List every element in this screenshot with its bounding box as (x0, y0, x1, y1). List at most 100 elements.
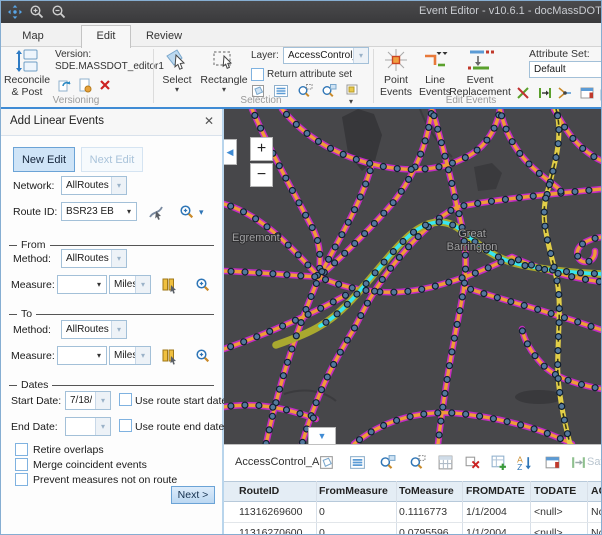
event-point[interactable] (472, 270, 478, 276)
event-point[interactable] (591, 154, 597, 160)
event-point[interactable] (532, 353, 538, 359)
event-point[interactable] (546, 182, 552, 188)
event-point[interactable] (345, 219, 351, 225)
merge-events-icon[interactable] (557, 85, 573, 101)
table-attribute-window-icon[interactable] (544, 454, 561, 471)
route-id-combo[interactable]: BSR23 EB (61, 202, 137, 221)
event-point[interactable] (283, 175, 289, 181)
event-point[interactable] (423, 222, 429, 228)
event-point[interactable] (422, 138, 428, 144)
event-point[interactable] (379, 277, 385, 283)
event-point[interactable] (535, 306, 541, 312)
event-point[interactable] (526, 161, 532, 167)
event-point[interactable] (353, 156, 359, 162)
event-point[interactable] (530, 193, 536, 199)
event-point[interactable] (586, 258, 592, 264)
event-point[interactable] (408, 166, 414, 172)
event-point[interactable] (444, 377, 450, 383)
pick-to-measure-icon[interactable] (161, 347, 179, 365)
event-point[interactable] (504, 419, 510, 425)
layer-combo[interactable]: AccessControl_A (283, 47, 369, 64)
event-point[interactable] (363, 287, 369, 293)
event-point[interactable] (570, 135, 576, 141)
event-point[interactable] (336, 281, 342, 287)
event-point[interactable] (339, 232, 345, 238)
event-point[interactable] (515, 257, 521, 263)
event-point[interactable] (357, 437, 363, 443)
zoom-to-from-measure-icon[interactable] (195, 277, 211, 293)
delete-version-icon[interactable] (97, 77, 113, 93)
event-point[interactable] (435, 126, 441, 132)
zoom-out-icon[interactable] (51, 4, 67, 20)
event-point[interactable] (256, 270, 262, 276)
event-point[interactable] (569, 274, 575, 280)
new-version-icon[interactable] (77, 77, 93, 93)
event-point[interactable] (446, 363, 452, 369)
event-point[interactable] (308, 294, 314, 300)
event-point[interactable] (256, 403, 262, 409)
event-point[interactable] (309, 225, 315, 231)
event-point[interactable] (293, 333, 299, 339)
event-point[interactable] (337, 349, 343, 355)
event-point[interactable] (380, 164, 386, 170)
event-point[interactable] (419, 286, 425, 292)
event-point[interactable] (544, 430, 550, 436)
table-measure-range-icon[interactable] (570, 454, 587, 471)
event-point[interactable] (558, 188, 564, 194)
event-point[interactable] (438, 418, 444, 424)
event-point[interactable] (344, 301, 350, 307)
event-point[interactable] (277, 386, 283, 392)
event-point[interactable] (344, 337, 350, 343)
event-point[interactable] (431, 113, 437, 119)
event-point[interactable] (542, 223, 548, 229)
collapse-panel-button[interactable]: ◀ (224, 139, 237, 165)
col-fromdate[interactable]: FROMDATE (466, 485, 525, 497)
event-point[interactable] (481, 291, 487, 297)
event-point[interactable] (228, 344, 234, 350)
pick-from-measure-icon[interactable] (161, 276, 179, 294)
event-point[interactable] (398, 188, 404, 194)
event-point[interactable] (242, 269, 248, 275)
event-point[interactable] (367, 168, 373, 174)
event-point[interactable] (292, 317, 298, 323)
event-point[interactable] (548, 251, 554, 257)
event-point[interactable] (280, 323, 286, 329)
event-point[interactable] (280, 373, 286, 379)
event-point[interactable] (407, 414, 413, 420)
event-point[interactable] (289, 188, 295, 194)
event-point[interactable] (591, 271, 597, 277)
retire-overlaps-checkbox[interactable] (15, 443, 28, 456)
event-point[interactable] (494, 295, 500, 301)
map-view[interactable]: Egremont Great Barrington ◀ + − ▼ (224, 109, 602, 444)
event-point[interactable] (551, 264, 557, 270)
event-point[interactable] (390, 249, 396, 255)
from-method-combo[interactable]: AllRoutes (61, 249, 127, 268)
event-point[interactable] (323, 277, 329, 283)
event-point[interactable] (342, 250, 348, 256)
event-point[interactable] (357, 194, 363, 200)
event-point[interactable] (475, 200, 481, 206)
event-point[interactable] (304, 130, 310, 136)
col-access[interactable]: AC (591, 485, 602, 497)
event-point[interactable] (557, 390, 563, 396)
event-point[interactable] (332, 260, 338, 266)
event-point[interactable] (463, 266, 469, 272)
event-point[interactable] (296, 200, 302, 206)
map-zoom-out-button[interactable]: − (250, 163, 273, 187)
event-point[interactable] (254, 334, 260, 340)
event-point[interactable] (315, 138, 321, 144)
event-point[interactable] (363, 281, 369, 287)
event-point[interactable] (442, 153, 448, 159)
event-point[interactable] (331, 362, 337, 368)
event-point[interactable] (352, 241, 358, 247)
event-point[interactable] (490, 416, 496, 422)
event-point[interactable] (293, 121, 299, 127)
event-point[interactable] (332, 244, 338, 250)
from-measure-combo[interactable] (57, 275, 107, 294)
event-point[interactable] (371, 221, 377, 227)
event-point[interactable] (394, 417, 400, 423)
event-point[interactable] (575, 319, 581, 325)
event-point[interactable] (521, 303, 527, 309)
return-attribute-checkbox[interactable] (251, 68, 264, 81)
event-point[interactable] (531, 426, 537, 432)
